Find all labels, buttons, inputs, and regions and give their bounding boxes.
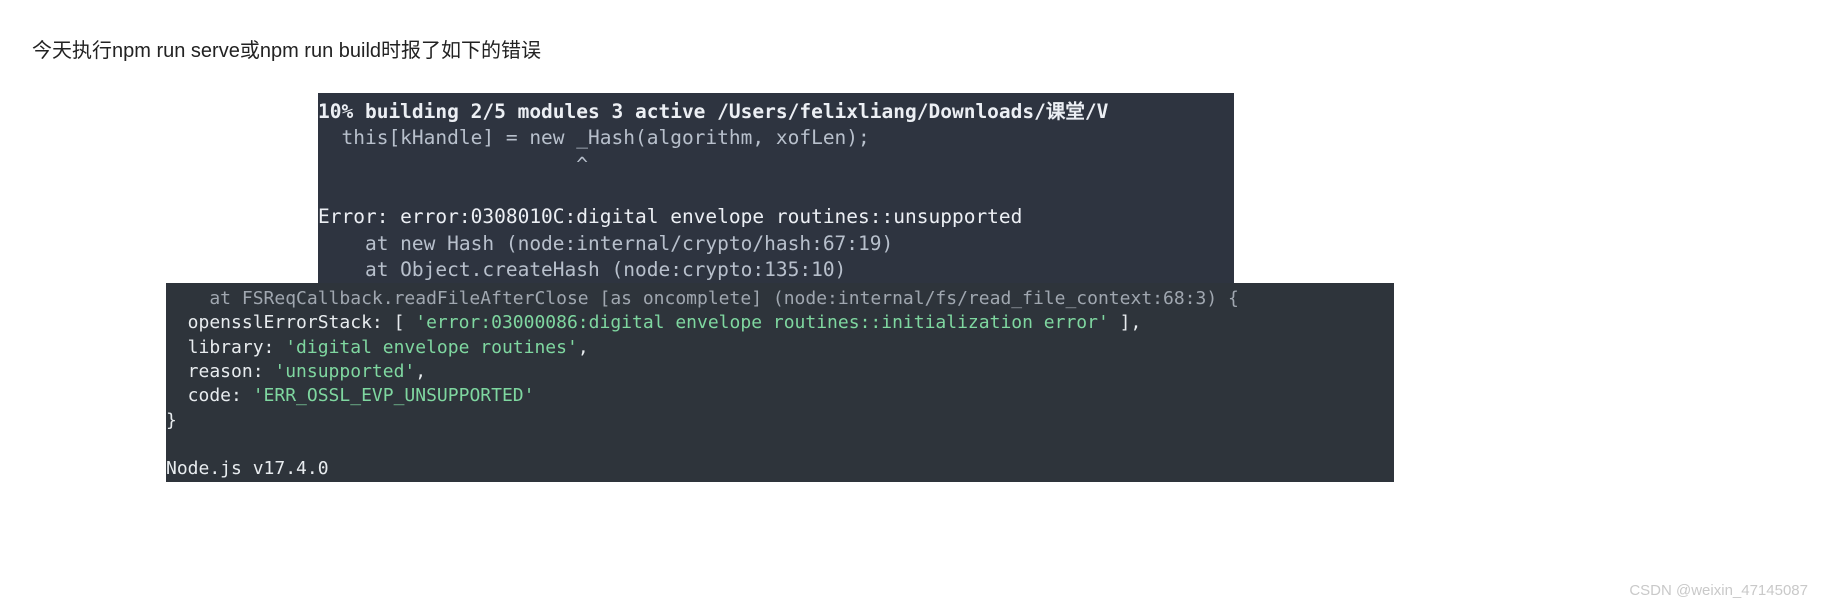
- term1-line-6: at new Hash (node:internal/crypto/hash:6…: [318, 232, 893, 255]
- watermark: CSDN @weixin_47145087: [1629, 582, 1808, 599]
- term2-line-1: at FSReqCallback.readFileAfterClose [as …: [166, 288, 1239, 309]
- term2-line-4b: 'unsupported': [274, 361, 415, 382]
- term2-line-5b: 'ERR_OSSL_EVP_UNSUPPORTED': [253, 385, 535, 406]
- term2-line-2c: ],: [1109, 312, 1142, 333]
- terminal-block-2: at FSReqCallback.readFileAfterClose [as …: [166, 283, 1394, 481]
- term2-line-8: Node.js v17.4.0: [166, 458, 329, 479]
- term2-line-3c: ,: [578, 337, 589, 358]
- term2-line-3b: 'digital envelope routines': [285, 337, 578, 358]
- term2-line-2b: 'error:03000086:digital envelope routine…: [415, 312, 1109, 333]
- intro-text: 今天执行npm run serve或npm run build时报了如下的错误: [32, 34, 1834, 63]
- terminal-block-1: 10% building 2/5 modules 3 active /Users…: [318, 93, 1234, 283]
- term2-line-6: }: [166, 410, 177, 431]
- term2-line-2a: opensslErrorStack: [: [166, 312, 415, 333]
- term2-line-3a: library:: [166, 337, 285, 358]
- term1-line-7: at Object.createHash (node:crypto:135:10…: [318, 258, 846, 281]
- term1-line-5: Error: error:0308010C:digital envelope r…: [318, 205, 1022, 228]
- term1-line-3: ^: [318, 153, 588, 176]
- term2-line-4c: ,: [415, 361, 426, 382]
- term2-line-5a: code:: [166, 385, 253, 406]
- term2-line-4a: reason:: [166, 361, 274, 382]
- term1-line-2: this[kHandle] = new _Hash(algorithm, xof…: [318, 126, 870, 149]
- term1-line-1: 10% building 2/5 modules 3 active /Users…: [318, 100, 1108, 123]
